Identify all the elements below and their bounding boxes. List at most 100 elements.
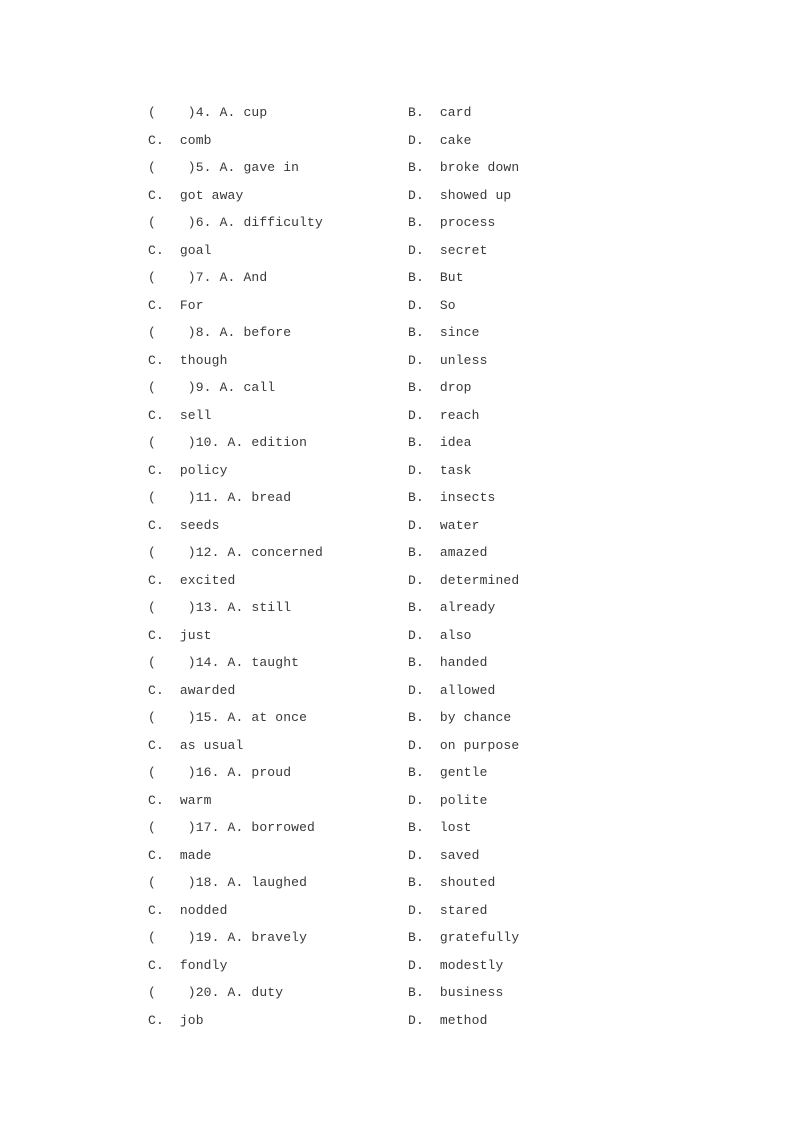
answer-bracket[interactable]: ( )	[148, 215, 196, 230]
option-d-cell[interactable]: D. determined	[408, 567, 519, 595]
option-c-cell[interactable]: C. seeds	[148, 512, 220, 540]
answer-bracket[interactable]: ( )	[148, 985, 196, 1000]
option-a-text[interactable]: cup	[243, 105, 267, 120]
option-b-text[interactable]: process	[440, 215, 496, 230]
option-c-cell[interactable]: C. comb	[148, 127, 212, 155]
option-c-cell[interactable]: C. nodded	[148, 897, 228, 925]
answer-bracket[interactable]: ( )	[148, 435, 196, 450]
answer-bracket[interactable]: ( )	[148, 490, 196, 505]
option-c-text[interactable]: sell	[180, 408, 212, 423]
option-b-cell[interactable]: B. by chance	[408, 704, 511, 732]
option-c-text[interactable]: For	[180, 298, 204, 313]
option-a-cell[interactable]: ( )7. A. And	[148, 264, 267, 292]
option-d-text[interactable]: on purpose	[440, 738, 520, 753]
option-c-cell[interactable]: C. got away	[148, 182, 243, 210]
option-d-cell[interactable]: D. task	[408, 457, 472, 485]
option-b-text[interactable]: by chance	[440, 710, 512, 725]
option-a-cell[interactable]: ( )4. A. cup	[148, 99, 267, 127]
option-d-cell[interactable]: D. unless	[408, 347, 488, 375]
option-a-cell[interactable]: ( )5. A. gave in	[148, 154, 299, 182]
option-c-text[interactable]: excited	[180, 573, 236, 588]
option-c-cell[interactable]: C. awarded	[148, 677, 235, 705]
option-b-text[interactable]: gratefully	[440, 930, 520, 945]
option-c-cell[interactable]: C. though	[148, 347, 228, 375]
option-d-cell[interactable]: D. water	[408, 512, 480, 540]
option-d-text[interactable]: showed up	[440, 188, 512, 203]
option-d-text[interactable]: also	[440, 628, 472, 643]
option-a-cell[interactable]: ( )18. A. laughed	[148, 869, 307, 897]
option-d-cell[interactable]: D. modestly	[408, 952, 503, 980]
answer-bracket[interactable]: ( )	[148, 545, 196, 560]
option-d-cell[interactable]: D. So	[408, 292, 456, 320]
option-d-text[interactable]: cake	[440, 133, 472, 148]
option-c-text[interactable]: as usual	[180, 738, 244, 753]
option-d-cell[interactable]: D. allowed	[408, 677, 495, 705]
option-a-cell[interactable]: ( )12. A. concerned	[148, 539, 323, 567]
option-a-cell[interactable]: ( )11. A. bread	[148, 484, 291, 512]
option-b-text[interactable]: already	[440, 600, 496, 615]
option-d-text[interactable]: So	[440, 298, 456, 313]
option-c-text[interactable]: seeds	[180, 518, 220, 533]
option-b-cell[interactable]: B. handed	[408, 649, 488, 677]
option-c-cell[interactable]: C. warm	[148, 787, 212, 815]
answer-bracket[interactable]: ( )	[148, 765, 196, 780]
option-a-text[interactable]: duty	[251, 985, 283, 1000]
option-b-text[interactable]: amazed	[440, 545, 488, 560]
option-c-cell[interactable]: C. job	[148, 1007, 204, 1035]
option-b-cell[interactable]: B. already	[408, 594, 495, 622]
option-b-cell[interactable]: B. process	[408, 209, 495, 237]
option-a-text[interactable]: laughed	[251, 875, 307, 890]
answer-bracket[interactable]: ( )	[148, 325, 196, 340]
option-d-cell[interactable]: D. also	[408, 622, 472, 650]
option-d-text[interactable]: method	[440, 1013, 488, 1028]
option-c-text[interactable]: fondly	[180, 958, 228, 973]
option-c-text[interactable]: got away	[180, 188, 244, 203]
option-d-text[interactable]: determined	[440, 573, 520, 588]
option-d-cell[interactable]: D. method	[408, 1007, 488, 1035]
option-c-text[interactable]: though	[180, 353, 228, 368]
option-c-text[interactable]: goal	[180, 243, 212, 258]
option-d-cell[interactable]: D. cake	[408, 127, 472, 155]
option-b-text[interactable]: But	[440, 270, 464, 285]
option-b-cell[interactable]: B. drop	[408, 374, 472, 402]
option-b-text[interactable]: idea	[440, 435, 472, 450]
option-a-text[interactable]: And	[243, 270, 267, 285]
option-b-cell[interactable]: B. insects	[408, 484, 495, 512]
option-a-cell[interactable]: ( )16. A. proud	[148, 759, 291, 787]
option-b-cell[interactable]: B. since	[408, 319, 480, 347]
option-d-text[interactable]: water	[440, 518, 480, 533]
option-c-cell[interactable]: C. as usual	[148, 732, 243, 760]
option-b-text[interactable]: drop	[440, 380, 472, 395]
option-d-text[interactable]: secret	[440, 243, 488, 258]
answer-bracket[interactable]: ( )	[148, 105, 196, 120]
option-d-text[interactable]: reach	[440, 408, 480, 423]
option-b-text[interactable]: handed	[440, 655, 488, 670]
option-a-text[interactable]: still	[251, 600, 291, 615]
answer-bracket[interactable]: ( )	[148, 820, 196, 835]
option-a-text[interactable]: borrowed	[251, 820, 315, 835]
option-d-cell[interactable]: D. reach	[408, 402, 480, 430]
option-d-text[interactable]: allowed	[440, 683, 496, 698]
option-c-cell[interactable]: C. For	[148, 292, 204, 320]
option-a-text[interactable]: bread	[251, 490, 291, 505]
option-c-text[interactable]: just	[180, 628, 212, 643]
option-c-text[interactable]: warm	[180, 793, 212, 808]
option-c-cell[interactable]: C. excited	[148, 567, 235, 595]
option-a-cell[interactable]: ( )10. A. edition	[148, 429, 307, 457]
option-a-text[interactable]: before	[243, 325, 291, 340]
option-b-text[interactable]: broke down	[440, 160, 520, 175]
option-c-cell[interactable]: C. made	[148, 842, 212, 870]
option-b-cell[interactable]: B. business	[408, 979, 503, 1007]
option-b-text[interactable]: shouted	[440, 875, 496, 890]
option-a-cell[interactable]: ( )13. A. still	[148, 594, 291, 622]
option-b-cell[interactable]: B. lost	[408, 814, 472, 842]
option-b-cell[interactable]: B. shouted	[408, 869, 495, 897]
option-c-text[interactable]: made	[180, 848, 212, 863]
option-a-cell[interactable]: ( )14. A. taught	[148, 649, 299, 677]
option-b-text[interactable]: gentle	[440, 765, 488, 780]
option-d-text[interactable]: task	[440, 463, 472, 478]
option-a-text[interactable]: difficulty	[243, 215, 323, 230]
option-c-cell[interactable]: C. fondly	[148, 952, 228, 980]
option-a-text[interactable]: gave in	[243, 160, 299, 175]
option-b-cell[interactable]: B. But	[408, 264, 464, 292]
